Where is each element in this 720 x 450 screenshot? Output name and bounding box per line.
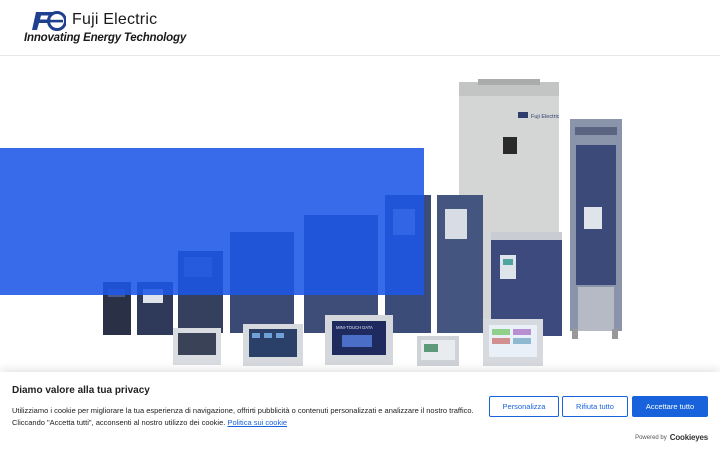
powered-by[interactable]: Powered by Cookieyes xyxy=(635,433,708,442)
customize-button[interactable]: Personalizza xyxy=(489,396,559,417)
cookie-policy-link[interactable]: Politica sui cookie xyxy=(227,418,287,427)
hero-banner: Fuji Electric MINI-TOUCH DATA xyxy=(0,57,720,375)
page: Fuji Electric Innovating Energy Technolo… xyxy=(0,0,720,450)
hmi-panel-3: MINI-TOUCH DATA xyxy=(325,315,393,365)
powered-by-label: Powered by xyxy=(635,434,667,441)
hero-blue-band xyxy=(0,148,424,295)
accept-all-button[interactable]: Accettare tutto xyxy=(632,396,708,417)
reject-all-button[interactable]: Rifiuta tutto xyxy=(562,396,628,417)
logo-link[interactable]: Fuji Electric Innovating Energy Technolo… xyxy=(24,9,186,49)
cookie-consent-banner: Diamo valore alla tua privacy Utilizziam… xyxy=(0,372,720,450)
cabinet-nameplate: Fuji Electric xyxy=(531,114,560,120)
slim-drive-unit xyxy=(570,119,622,339)
hmi-panel-5 xyxy=(483,319,543,366)
cookie-banner-title: Diamo valore alla tua privacy xyxy=(12,385,150,396)
brand-tagline: Innovating Energy Technology xyxy=(24,32,187,44)
hmi-panel-4 xyxy=(417,336,459,366)
site-header: Fuji Electric Innovating Energy Technolo… xyxy=(0,0,720,56)
brand-name: Fuji Electric xyxy=(72,11,158,28)
cookie-banner-text: Utilizziamo i cookie per migliorare la t… xyxy=(12,405,482,429)
cookieyes-logo-icon: Cookieyes xyxy=(669,433,708,442)
fuji-electric-logo-icon xyxy=(32,11,66,31)
hmi-panel-2 xyxy=(243,324,303,366)
hmi-screen-text: MINI-TOUCH DATA xyxy=(336,325,373,330)
hmi-panel-1 xyxy=(173,328,221,365)
